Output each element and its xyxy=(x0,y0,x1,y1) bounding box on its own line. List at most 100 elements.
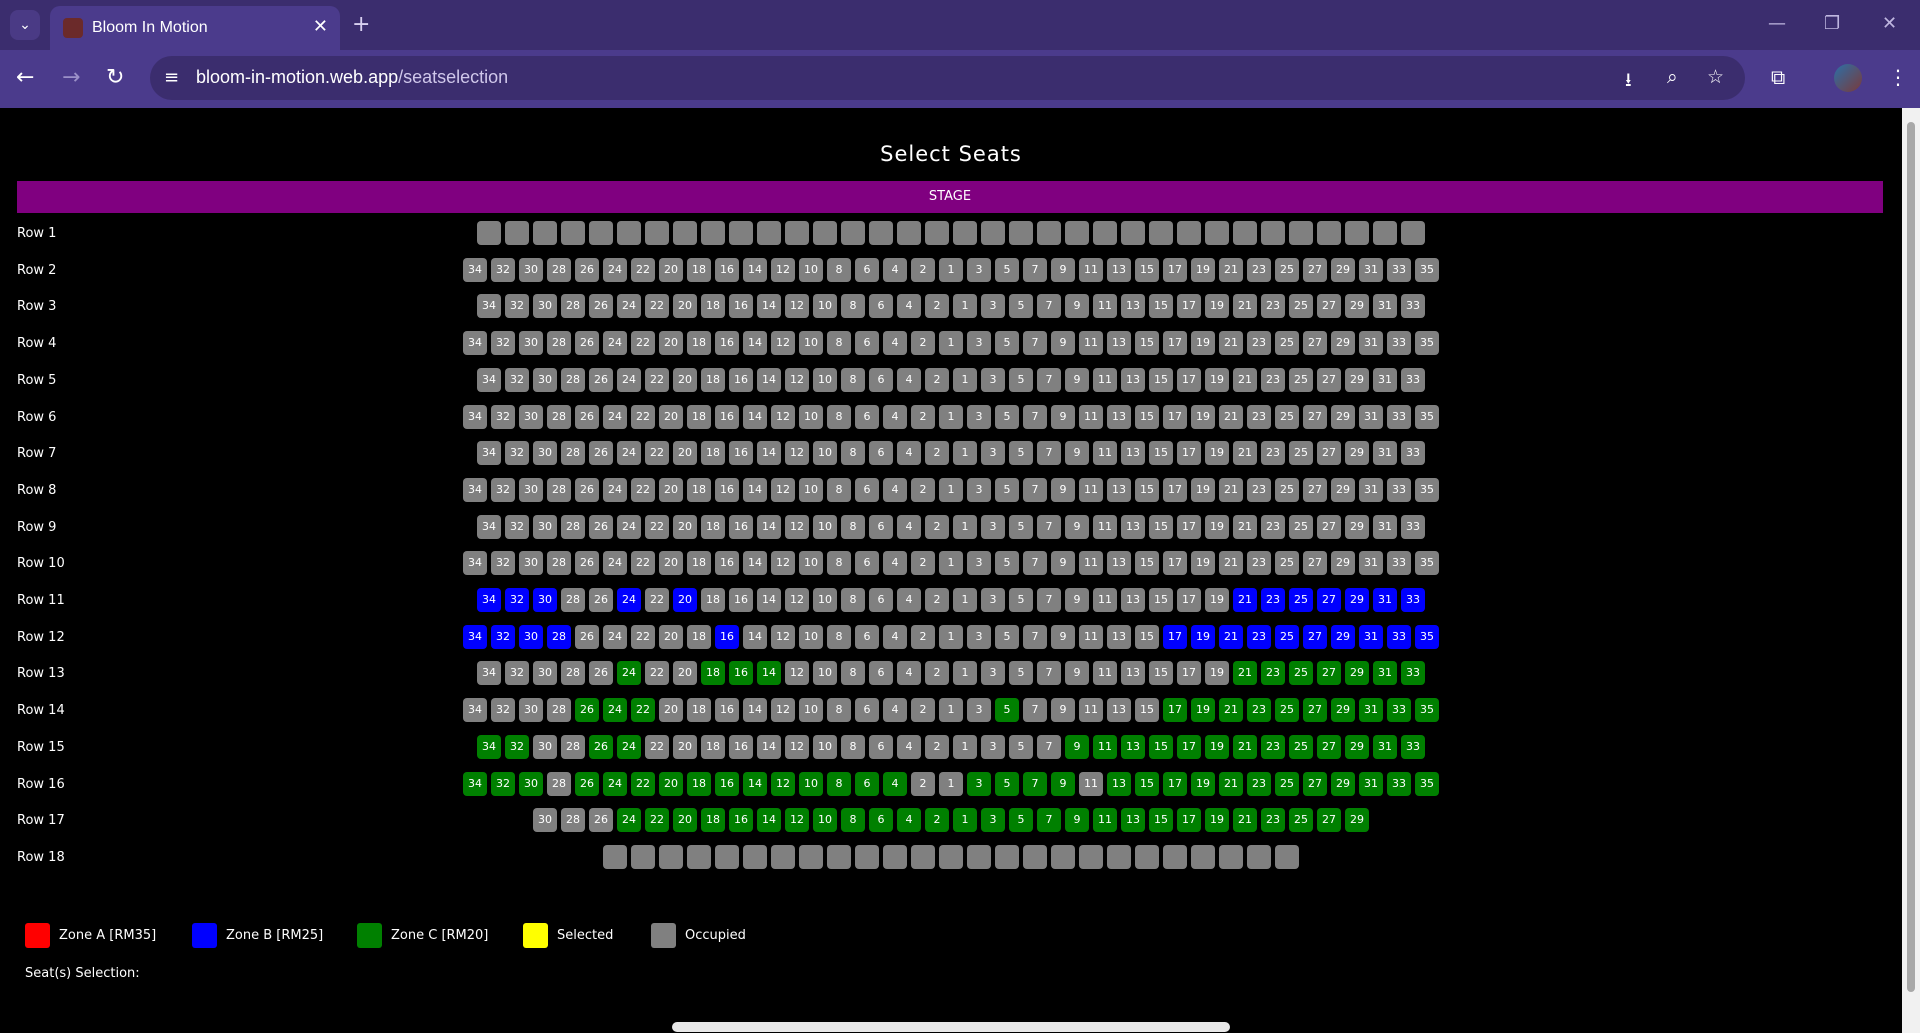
seat-available[interactable]: 9 xyxy=(1065,808,1089,832)
seat-available[interactable]: 17 xyxy=(1163,772,1187,796)
seat-available[interactable]: 35 xyxy=(1415,698,1439,722)
seat-available[interactable]: 35 xyxy=(1415,772,1439,796)
seat-available[interactable]: 30 xyxy=(519,625,543,649)
seat-available[interactable]: 25 xyxy=(1289,661,1313,685)
seat-available[interactable]: 10 xyxy=(799,772,823,796)
seat-available[interactable]: 20 xyxy=(659,772,683,796)
seat-available[interactable]: 23 xyxy=(1261,661,1285,685)
seat-available[interactable]: 22 xyxy=(631,698,655,722)
seat-available[interactable]: 13 xyxy=(1121,808,1145,832)
url-text[interactable]: bloom-in-motion.web.app/seatselection xyxy=(196,67,508,88)
seat-available[interactable]: 20 xyxy=(673,588,697,612)
seat-available[interactable]: 31 xyxy=(1373,735,1397,759)
seat-available[interactable]: 12 xyxy=(785,808,809,832)
seat-available[interactable]: 16 xyxy=(729,661,753,685)
new-tab-plus-icon[interactable]: + xyxy=(352,12,370,37)
extensions-puzzle-icon[interactable]: ⧉ xyxy=(1771,65,1785,89)
seat-available[interactable]: 19 xyxy=(1205,808,1229,832)
seat-available[interactable]: 35 xyxy=(1415,625,1439,649)
seat-available[interactable]: 18 xyxy=(701,808,725,832)
seat-available[interactable]: 19 xyxy=(1191,772,1215,796)
seat-available[interactable]: 29 xyxy=(1331,772,1355,796)
seat-available[interactable]: 19 xyxy=(1205,735,1229,759)
seat-available[interactable]: 8 xyxy=(827,772,851,796)
zoom-icon[interactable]: ⌕ xyxy=(1667,66,1678,88)
install-app-icon[interactable]: ⭳ xyxy=(1625,66,1632,98)
seat-available[interactable]: 30 xyxy=(519,772,543,796)
seat-available[interactable]: 21 xyxy=(1233,661,1257,685)
seat-available[interactable]: 29 xyxy=(1345,735,1369,759)
seat-available[interactable]: 31 xyxy=(1359,698,1383,722)
seat-available[interactable]: 24 xyxy=(603,698,627,722)
seat-available[interactable]: 31 xyxy=(1373,661,1397,685)
seat-available[interactable]: 23 xyxy=(1247,625,1271,649)
seat-available[interactable]: 31 xyxy=(1359,625,1383,649)
seat-available[interactable]: 16 xyxy=(715,625,739,649)
seat-available[interactable]: 17 xyxy=(1177,808,1201,832)
seat-available[interactable]: 15 xyxy=(1149,735,1173,759)
seat-available[interactable]: 19 xyxy=(1191,698,1215,722)
seat-available[interactable]: 24 xyxy=(617,808,641,832)
seat-available[interactable]: 34 xyxy=(477,588,501,612)
window-close-icon[interactable]: ✕ xyxy=(1882,13,1897,34)
seat-available[interactable]: 24 xyxy=(617,588,641,612)
seat-available[interactable]: 4 xyxy=(883,772,907,796)
seat-available[interactable]: 18 xyxy=(701,661,725,685)
seat-available[interactable]: 22 xyxy=(645,808,669,832)
seat-available[interactable]: 34 xyxy=(463,625,487,649)
seat-available[interactable]: 31 xyxy=(1373,588,1397,612)
seat-available[interactable]: 25 xyxy=(1289,735,1313,759)
seat-available[interactable]: 4 xyxy=(897,808,921,832)
seat-available[interactable]: 30 xyxy=(533,588,557,612)
seat-available[interactable]: 15 xyxy=(1135,772,1159,796)
seat-available[interactable]: 32 xyxy=(491,625,515,649)
seat-available[interactable]: 20 xyxy=(673,808,697,832)
seat-available[interactable]: 13 xyxy=(1107,772,1131,796)
seat-available[interactable]: 5 xyxy=(995,698,1019,722)
seat-available[interactable]: 10 xyxy=(813,808,837,832)
menu-kebab-icon[interactable]: ⋮ xyxy=(1888,65,1908,89)
seat-available[interactable]: 33 xyxy=(1401,661,1425,685)
seat-available[interactable]: 21 xyxy=(1219,625,1243,649)
bookmark-star-icon[interactable]: ☆ xyxy=(1707,66,1724,88)
seat-available[interactable]: 21 xyxy=(1219,772,1243,796)
seat-available[interactable]: 34 xyxy=(477,735,501,759)
seat-available[interactable]: 16 xyxy=(729,808,753,832)
seat-available[interactable]: 8 xyxy=(841,808,865,832)
seat-available[interactable]: 3 xyxy=(981,808,1005,832)
seat-available[interactable]: 23 xyxy=(1247,772,1271,796)
seat-available[interactable]: 14 xyxy=(757,808,781,832)
seat-available[interactable]: 18 xyxy=(687,772,711,796)
seat-available[interactable]: 5 xyxy=(1009,808,1033,832)
seat-available[interactable]: 26 xyxy=(575,698,599,722)
seat-available[interactable]: 25 xyxy=(1275,698,1299,722)
seat-available[interactable]: 28 xyxy=(547,625,571,649)
seat-available[interactable]: 14 xyxy=(743,772,767,796)
seat-available[interactable]: 21 xyxy=(1219,698,1243,722)
seat-available[interactable]: 25 xyxy=(1289,588,1313,612)
seat-available[interactable]: 22 xyxy=(631,772,655,796)
seat-available[interactable]: 34 xyxy=(463,772,487,796)
seat-available[interactable]: 25 xyxy=(1275,625,1299,649)
seat-available[interactable]: 17 xyxy=(1163,698,1187,722)
seat-available[interactable]: 27 xyxy=(1303,625,1327,649)
seat-available[interactable]: 7 xyxy=(1037,808,1061,832)
seat-available[interactable]: 27 xyxy=(1317,808,1341,832)
seat-available[interactable]: 23 xyxy=(1261,588,1285,612)
seat-available[interactable]: 25 xyxy=(1289,808,1313,832)
seat-available[interactable]: 26 xyxy=(575,772,599,796)
seat-available[interactable]: 24 xyxy=(603,772,627,796)
seat-available[interactable]: 6 xyxy=(869,808,893,832)
seat-available[interactable]: 9 xyxy=(1051,772,1075,796)
seat-available[interactable]: 27 xyxy=(1303,772,1327,796)
seat-available[interactable]: 33 xyxy=(1387,698,1411,722)
seat-available[interactable]: 31 xyxy=(1359,772,1383,796)
seat-available[interactable]: 2 xyxy=(925,808,949,832)
seat-available[interactable]: 7 xyxy=(1023,772,1047,796)
seat-available[interactable]: 23 xyxy=(1261,735,1285,759)
tab-search-button[interactable]: ⌄ xyxy=(10,10,40,40)
seat-available[interactable]: 23 xyxy=(1261,808,1285,832)
reload-icon[interactable]: ↻ xyxy=(106,65,124,90)
site-info-icon[interactable]: ≡ xyxy=(164,67,179,88)
seat-available[interactable]: 24 xyxy=(617,735,641,759)
